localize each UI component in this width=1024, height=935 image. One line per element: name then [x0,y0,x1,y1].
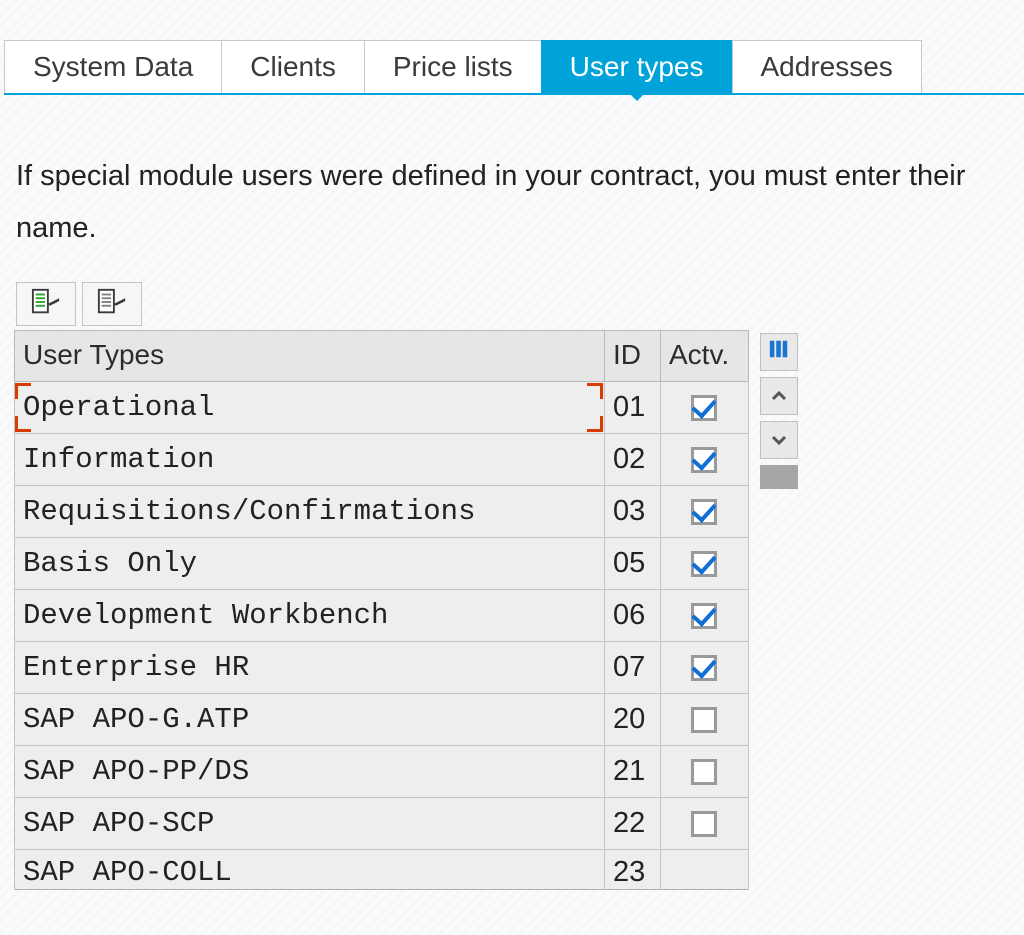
user-types-table: User Types ID Actv. Operational01Informa… [14,330,749,890]
active-checkbox[interactable] [691,707,717,733]
active-checkbox[interactable] [691,655,717,681]
column-config-icon [768,338,790,366]
tabstrip: System DataClientsPrice listsUser typesA… [4,40,1024,95]
tab-clients[interactable]: Clients [221,40,365,93]
table-row: Development Workbench06 [15,590,749,642]
active-checkbox[interactable] [691,759,717,785]
active-checkbox[interactable] [691,603,717,629]
chevron-down-icon [771,429,787,452]
user-type-id-cell[interactable]: 06 [605,590,661,642]
table-row: SAP APO-SCP22 [15,798,749,850]
deselect-all-button[interactable] [82,282,142,326]
table-row: Operational01 [15,382,749,434]
user-type-active-cell [661,798,749,850]
user-type-name-cell[interactable]: Basis Only [15,538,605,590]
user-type-active-cell [661,746,749,798]
column-header-name[interactable]: User Types [15,331,605,382]
user-type-active-cell [661,590,749,642]
tab-system-data[interactable]: System Data [4,40,222,93]
chevron-up-icon [771,385,787,408]
scrollbar-thumb[interactable] [760,465,798,489]
active-checkbox[interactable] [691,499,717,525]
active-checkbox[interactable] [691,551,717,577]
column-header-id[interactable]: ID [605,331,661,382]
info-text: If special module users were defined in … [0,95,1000,274]
user-type-name-cell[interactable]: SAP APO-SCP [15,798,605,850]
table-row: Information02 [15,434,749,486]
select-all-button[interactable] [16,282,76,326]
user-type-active-cell [661,642,749,694]
user-type-id-cell[interactable]: 03 [605,486,661,538]
user-type-id-cell[interactable]: 07 [605,642,661,694]
table-row: SAP APO-COLL23 [15,850,749,890]
user-type-name-cell[interactable]: Information [15,434,605,486]
tab-addresses[interactable]: Addresses [732,40,922,93]
user-type-id-cell[interactable]: 22 [605,798,661,850]
active-checkbox[interactable] [691,811,717,837]
user-type-name-cell[interactable]: SAP APO-PP/DS [15,746,605,798]
active-checkbox[interactable] [691,395,717,421]
user-type-id-cell[interactable]: 05 [605,538,661,590]
user-type-name-cell[interactable]: SAP APO-COLL [15,850,605,890]
table-row: SAP APO-G.ATP20 [15,694,749,746]
table-side-controls [757,330,801,890]
user-type-active-cell [661,434,749,486]
scroll-up-button[interactable] [760,377,798,415]
table-toolbar [0,274,1024,330]
user-type-name-cell[interactable]: Development Workbench [15,590,605,642]
user-type-active-cell [661,694,749,746]
table-row: Enterprise HR07 [15,642,749,694]
user-type-name-cell[interactable]: Operational [15,382,605,434]
user-type-id-cell[interactable]: 21 [605,746,661,798]
user-type-name-cell[interactable]: Enterprise HR [15,642,605,694]
column-header-active[interactable]: Actv. [661,331,749,382]
user-type-active-cell [661,538,749,590]
table-row: Basis Only05 [15,538,749,590]
user-type-id-cell[interactable]: 20 [605,694,661,746]
user-type-active-cell [661,486,749,538]
select-all-icon [31,287,61,322]
user-type-id-cell[interactable]: 01 [605,382,661,434]
table-row: Requisitions/Confirmations03 [15,486,749,538]
scroll-down-button[interactable] [760,421,798,459]
user-type-id-cell[interactable]: 23 [605,850,661,890]
user-type-name-cell[interactable]: Requisitions/Confirmations [15,486,605,538]
user-type-name-cell[interactable]: SAP APO-G.ATP [15,694,605,746]
tab-price-lists[interactable]: Price lists [364,40,542,93]
user-type-id-cell[interactable]: 02 [605,434,661,486]
column-config-button[interactable] [760,333,798,371]
user-type-active-cell [661,850,749,890]
user-type-active-cell [661,382,749,434]
deselect-all-icon [97,287,127,322]
active-checkbox[interactable] [691,447,717,473]
table-row: SAP APO-PP/DS21 [15,746,749,798]
tab-user-types[interactable]: User types [541,40,733,93]
